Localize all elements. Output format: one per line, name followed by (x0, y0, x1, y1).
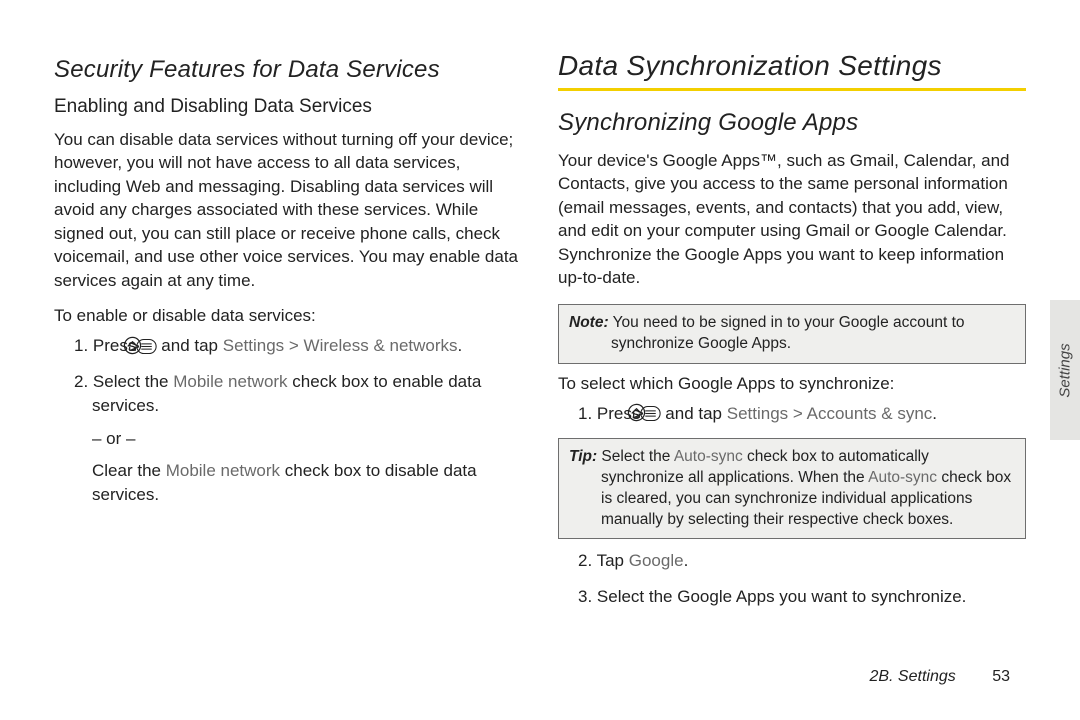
left-column: Security Features for Data Services Enab… (54, 50, 522, 620)
note-label: Note: (569, 314, 609, 331)
left-lead: To enable or disable data services: (54, 306, 522, 326)
tip-callout: Tip: Select the Auto-sync check box to a… (558, 438, 1026, 540)
left-step-2-alt: Clear the Mobile network check box to di… (54, 459, 522, 506)
step-text: . (684, 551, 689, 570)
ui-path: Google (629, 551, 684, 570)
page-footer: 2B. Settings 53 (869, 668, 1010, 686)
ui-path: Mobile network (173, 372, 287, 391)
right-step-3: 3. Select the Google Apps you want to sy… (578, 585, 1026, 608)
right-section-title: Synchronizing Google Apps (558, 109, 1026, 137)
two-column-layout: Security Features for Data Services Enab… (54, 50, 1026, 620)
left-body: You can disable data services without tu… (54, 128, 522, 292)
step-text: 2. Select the (74, 372, 173, 391)
step-text: . (932, 404, 937, 423)
menu-icon (154, 335, 157, 358)
or-separator: – or – (92, 429, 522, 449)
manual-page: Security Features for Data Services Enab… (0, 0, 1080, 720)
step-text: and tap (665, 404, 726, 423)
right-step-2: 2. Tap Google. (578, 549, 1026, 572)
step-text: Clear the (92, 461, 166, 480)
right-steps-cont: 2. Tap Google. 3. Select the Google Apps… (558, 549, 1026, 608)
ui-path: Settings > Accounts & sync (727, 404, 933, 423)
right-column: Data Synchronization Settings Synchroniz… (558, 50, 1026, 620)
tip-label: Tip: (569, 448, 597, 465)
step-text: 2. Tap (578, 551, 629, 570)
note-text: You need to be signed in to your Google … (609, 314, 965, 352)
ui-path: Auto-sync (674, 448, 743, 465)
right-step-1: 1. Press > and tap Settings > Accounts &… (578, 402, 1026, 426)
note-callout: Note: You need to be signed in to your G… (558, 304, 1026, 364)
footer-chapter: 2B. Settings (869, 668, 955, 685)
ui-path: Settings > Wireless & networks (223, 336, 458, 355)
menu-icon (658, 402, 661, 425)
tip-text: Select the (597, 448, 674, 465)
left-step-2: 2. Select the Mobile network check box t… (74, 370, 522, 417)
left-section-title: Security Features for Data Services (54, 56, 522, 84)
right-lead: To select which Google Apps to synchroni… (558, 374, 1026, 394)
left-subhead: Enabling and Disabling Data Services (54, 96, 522, 118)
right-body: Your device's Google Apps™, such as Gmai… (558, 149, 1026, 290)
footer-page-number: 53 (992, 668, 1010, 685)
ui-path: Mobile network (166, 461, 280, 480)
step-text: and tap (161, 336, 222, 355)
title-underline (558, 88, 1026, 91)
left-steps: 1. Press > and tap Settings > Wireless &… (54, 334, 522, 417)
main-title: Data Synchronization Settings (558, 50, 1026, 82)
left-step-1: 1. Press > and tap Settings > Wireless &… (74, 334, 522, 358)
side-tab: Settings (1050, 300, 1080, 440)
right-steps: 1. Press > and tap Settings > Accounts &… (558, 402, 1026, 426)
ui-path: Auto-sync (868, 469, 937, 486)
step-text: . (458, 336, 463, 355)
side-tab-label: Settings (1057, 343, 1074, 397)
